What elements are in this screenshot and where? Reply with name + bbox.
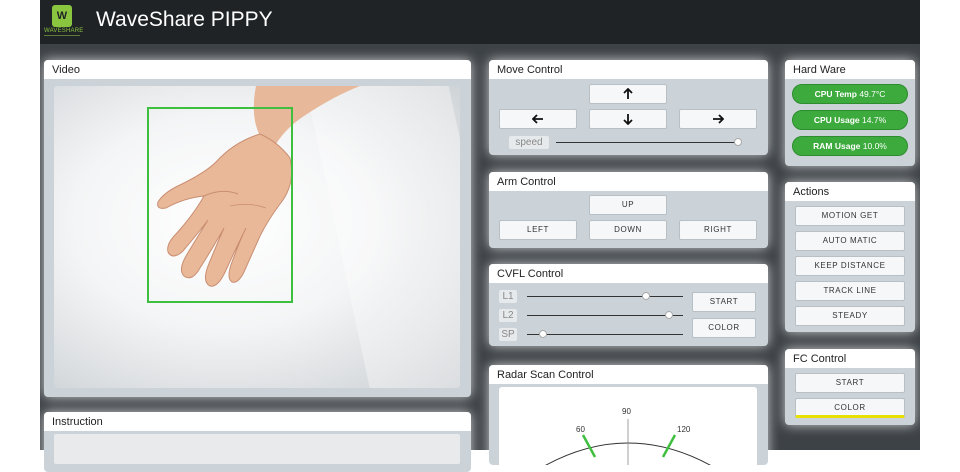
actions-panel: Actions MOTION GET AUTO MATIC KEEP DISTA… xyxy=(785,182,915,332)
l2-slider[interactable] xyxy=(527,315,683,316)
move-down-button[interactable] xyxy=(589,109,667,129)
l2-slider-thumb[interactable] xyxy=(664,311,673,319)
arm-control-panel: Arm Control UP LEFT DOWN RIGHT xyxy=(489,172,768,248)
radar-display: 60 90 120 xyxy=(499,387,757,465)
cpu-temp-value: 49.7°C xyxy=(859,89,886,99)
detection-box xyxy=(147,107,293,303)
cpu-usage-badge: CPU Usage 14.7% xyxy=(792,110,908,130)
cpu-usage-label: CPU Usage xyxy=(813,115,860,125)
sp-slider[interactable] xyxy=(527,334,683,335)
steady-button[interactable]: STEADY xyxy=(795,306,905,326)
cvfl-start-button[interactable]: START xyxy=(692,292,756,312)
instruction-panel: Instruction xyxy=(44,412,471,472)
fc-color-button[interactable]: COLOR xyxy=(795,398,905,418)
cpu-temp-badge: CPU Temp 49.7°C xyxy=(792,84,908,104)
move-control-panel: Move Control speed xyxy=(489,60,768,155)
fc-start-button[interactable]: START xyxy=(795,373,905,393)
radar-angle-60: 60 xyxy=(576,425,585,434)
move-control-title: Move Control xyxy=(489,60,768,79)
ram-usage-label: RAM Usage xyxy=(813,141,861,151)
arm-right-button[interactable]: RIGHT xyxy=(679,220,757,240)
logo-mark: W xyxy=(52,5,72,27)
arm-up-button[interactable]: UP xyxy=(589,195,667,215)
arm-control-title: Arm Control xyxy=(489,172,768,191)
instruction-text-area xyxy=(54,434,460,464)
app-title: WaveShare PIPPY xyxy=(96,8,273,31)
fc-control-panel: FC Control START COLOR xyxy=(785,349,915,425)
speed-label: speed xyxy=(509,136,549,149)
radar-plot: 60 90 120 xyxy=(545,407,711,465)
cvfl-control-title: CVFL Control xyxy=(489,264,768,283)
cvfl-control-panel: CVFL Control L1 L2 SP START COLOR xyxy=(489,264,768,346)
radar-scan-title: Radar Scan Control xyxy=(489,365,768,384)
l1-slider[interactable] xyxy=(527,296,683,297)
arrow-left-icon xyxy=(532,114,543,124)
cvfl-color-button[interactable]: COLOR xyxy=(692,318,756,338)
keep-distance-button[interactable]: KEEP DISTANCE xyxy=(795,256,905,276)
speed-slider-thumb[interactable] xyxy=(734,138,742,146)
ram-usage-value: 10.0% xyxy=(862,141,887,151)
motion-get-button[interactable]: MOTION GET xyxy=(795,206,905,226)
l1-label: L1 xyxy=(499,290,517,303)
arrow-right-icon xyxy=(713,114,724,124)
move-up-button[interactable] xyxy=(589,84,667,104)
video-feed xyxy=(54,86,460,388)
move-right-button[interactable] xyxy=(679,109,757,129)
cpu-temp-label: CPU Temp xyxy=(814,89,857,99)
move-left-button[interactable] xyxy=(499,109,577,129)
hardware-panel: Hard Ware CPU Temp 49.7°C CPU Usage 14.7… xyxy=(785,60,915,166)
arm-left-button[interactable]: LEFT xyxy=(499,220,577,240)
hardware-title: Hard Ware xyxy=(785,60,915,79)
logo-text: WAVESHARE xyxy=(44,28,84,34)
waveshare-logo: W WAVESHARE xyxy=(44,4,84,40)
speed-slider[interactable] xyxy=(556,142,738,143)
arm-down-button[interactable]: DOWN xyxy=(589,220,667,240)
arrow-up-icon xyxy=(623,88,633,99)
video-panel-title: Video xyxy=(44,60,471,79)
sp-label: SP xyxy=(499,328,517,341)
ram-usage-badge: RAM Usage 10.0% xyxy=(792,136,908,156)
instruction-panel-title: Instruction xyxy=(44,412,471,431)
fc-control-title: FC Control xyxy=(785,349,915,368)
sp-slider-thumb[interactable] xyxy=(538,330,547,338)
cpu-usage-value: 14.7% xyxy=(862,115,887,125)
l1-slider-thumb[interactable] xyxy=(641,292,650,300)
radar-scan-panel: Radar Scan Control 60 90 120 xyxy=(489,365,768,465)
logo-underline xyxy=(44,35,80,36)
video-panel: Video xyxy=(44,60,471,397)
track-line-button[interactable]: TRACK LINE xyxy=(795,281,905,301)
l2-label: L2 xyxy=(499,309,517,322)
radar-angle-90: 90 xyxy=(622,407,631,416)
radar-angle-120: 120 xyxy=(677,425,691,434)
actions-title: Actions xyxy=(785,182,915,201)
arrow-down-icon xyxy=(623,114,633,125)
auto-matic-button[interactable]: AUTO MATIC xyxy=(795,231,905,251)
